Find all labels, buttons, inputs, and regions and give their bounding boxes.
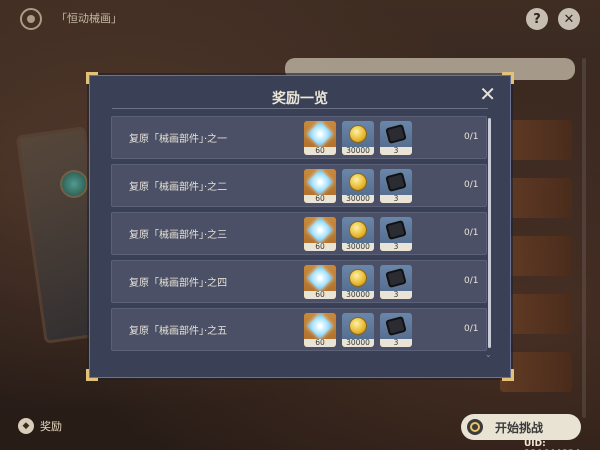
row-label: 复原「械画部件」·之一 bbox=[129, 134, 228, 145]
primogem-icon bbox=[307, 169, 333, 195]
reward-row: 复原「械画部件」·之三 60 30000 3 0/1 bbox=[111, 212, 487, 255]
row-label: 复原「械画部件」·之二 bbox=[129, 182, 228, 193]
gift-icon: ◆ bbox=[18, 418, 34, 434]
start-challenge-button[interactable]: 开始挑战 bbox=[461, 414, 581, 440]
chevron-down-icon: ⌄ bbox=[485, 350, 492, 359]
row-label: 复原「械画部件」·之五 bbox=[129, 326, 228, 337]
primogem-icon bbox=[307, 313, 333, 339]
material-item[interactable]: 3 bbox=[380, 265, 412, 299]
primogem-icon bbox=[307, 121, 333, 147]
primogem-item[interactable]: 60 bbox=[304, 265, 336, 299]
modal-title: 奖励一览 bbox=[272, 91, 328, 107]
row-label: 复原「械画部件」·之三 bbox=[129, 230, 228, 241]
item-qty: 30000 bbox=[342, 243, 374, 251]
divider bbox=[112, 108, 488, 109]
mora-item[interactable]: 30000 bbox=[342, 169, 374, 203]
item-qty: 3 bbox=[380, 147, 412, 155]
row-label: 复原「械画部件」·之四 bbox=[129, 278, 228, 289]
start-challenge-label: 开始挑战 bbox=[495, 420, 544, 435]
rewards-button[interactable]: ◆ 奖励 bbox=[18, 418, 62, 434]
material-icon bbox=[385, 171, 407, 193]
item-qty: 60 bbox=[304, 339, 336, 347]
mora-item[interactable]: 30000 bbox=[342, 217, 374, 251]
material-icon bbox=[385, 315, 407, 337]
material-item[interactable]: 3 bbox=[380, 313, 412, 347]
uid-label: UID: 120444834 bbox=[524, 439, 580, 450]
item-qty: 60 bbox=[304, 243, 336, 251]
reward-row: 复原「械画部件」·之二 60 30000 3 0/1 bbox=[111, 164, 487, 207]
mora-item[interactable]: 30000 bbox=[342, 121, 374, 155]
reward-list[interactable]: 复原「械画部件」·之一 60 30000 3 0/1 复原「械画部件」·之二 6… bbox=[111, 116, 487, 351]
row-progress: 0/1 bbox=[464, 276, 479, 286]
material-icon bbox=[385, 123, 407, 145]
row-progress: 0/1 bbox=[464, 228, 479, 238]
item-qty: 3 bbox=[380, 339, 412, 347]
challenge-icon bbox=[467, 419, 483, 435]
corner-ornament bbox=[86, 72, 98, 84]
material-icon bbox=[385, 267, 407, 289]
material-item[interactable]: 3 bbox=[380, 121, 412, 155]
item-qty: 30000 bbox=[342, 147, 374, 155]
mora-item[interactable]: 30000 bbox=[342, 313, 374, 347]
material-item[interactable]: 3 bbox=[380, 217, 412, 251]
item-qty: 30000 bbox=[342, 195, 374, 203]
row-progress: 0/1 bbox=[464, 324, 479, 334]
row-progress: 0/1 bbox=[464, 132, 479, 142]
item-qty: 3 bbox=[380, 243, 412, 251]
rewards-label: 奖励 bbox=[40, 420, 62, 433]
primogem-item[interactable]: 60 bbox=[304, 217, 336, 251]
material-item[interactable]: 3 bbox=[380, 169, 412, 203]
item-qty: 3 bbox=[380, 195, 412, 203]
reward-row: 复原「械画部件」·之一 60 30000 3 0/1 bbox=[111, 116, 487, 159]
corner-ornament bbox=[502, 369, 514, 381]
primogem-icon bbox=[307, 217, 333, 243]
primogem-item[interactable]: 60 bbox=[304, 121, 336, 155]
mora-icon bbox=[349, 221, 367, 239]
corner-ornament bbox=[502, 72, 514, 84]
modal-close-button[interactable]: ✕ bbox=[479, 84, 496, 104]
mora-icon bbox=[349, 173, 367, 191]
corner-ornament bbox=[86, 369, 98, 381]
list-scrollbar[interactable] bbox=[488, 118, 491, 348]
reward-row: 复原「械画部件」·之五 60 30000 3 0/1 bbox=[111, 308, 487, 351]
item-qty: 30000 bbox=[342, 339, 374, 347]
item-qty: 60 bbox=[304, 147, 336, 155]
reward-list-modal: 奖励一览 ✕ 复原「械画部件」·之一 60 30000 3 0/1 复原「械画部… bbox=[86, 72, 514, 381]
item-qty: 60 bbox=[304, 195, 336, 203]
mora-icon bbox=[349, 317, 367, 335]
row-progress: 0/1 bbox=[464, 180, 479, 190]
material-icon bbox=[385, 219, 407, 241]
reward-row: 复原「械画部件」·之四 60 30000 3 0/1 bbox=[111, 260, 487, 303]
item-qty: 30000 bbox=[342, 291, 374, 299]
primogem-item[interactable]: 60 bbox=[304, 313, 336, 347]
primogem-icon bbox=[307, 265, 333, 291]
primogem-item[interactable]: 60 bbox=[304, 169, 336, 203]
mora-icon bbox=[349, 125, 367, 143]
mora-item[interactable]: 30000 bbox=[342, 265, 374, 299]
mora-icon bbox=[349, 269, 367, 287]
item-qty: 3 bbox=[380, 291, 412, 299]
item-qty: 60 bbox=[304, 291, 336, 299]
